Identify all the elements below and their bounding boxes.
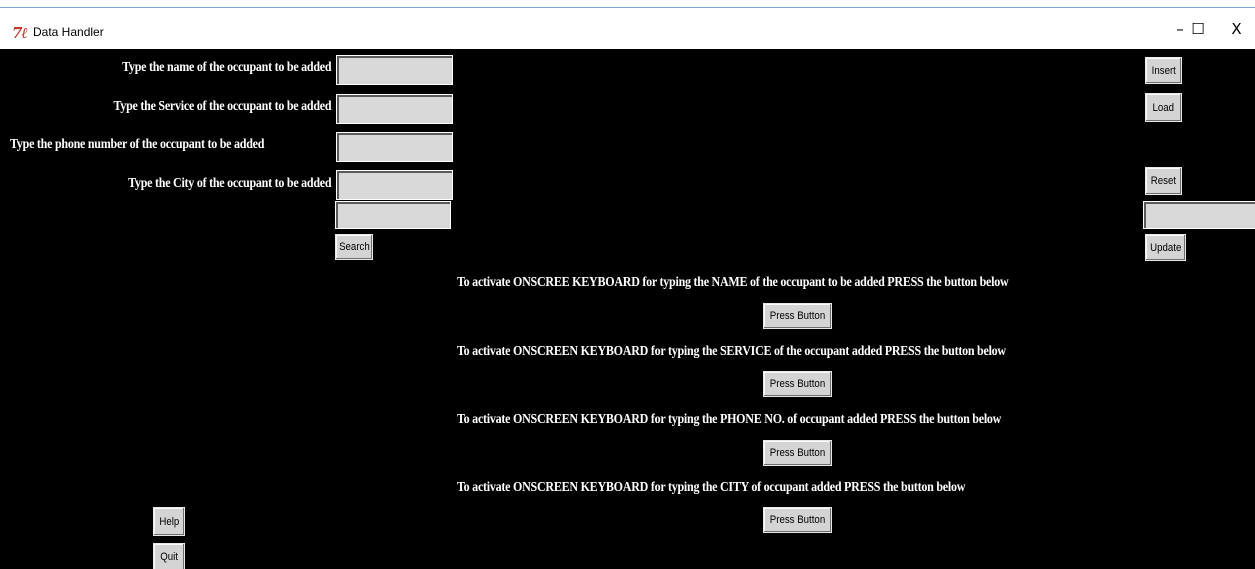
city-label: Type the City of the occupant to be adde… <box>127 176 332 191</box>
help-button[interactable]: Help <box>153 507 185 536</box>
maximize-button[interactable]: ☐ <box>1178 8 1218 49</box>
phone-keyboard-button[interactable]: Press Button <box>763 440 832 466</box>
close-button[interactable]: X <box>1218 8 1255 49</box>
service-keyboard-button[interactable]: Press Button <box>763 371 832 397</box>
city-keyboard-button-label: Press Button <box>769 514 826 526</box>
name-keyboard-button[interactable]: Press Button <box>763 303 832 329</box>
service-input[interactable] <box>336 94 453 124</box>
quit-button[interactable]: Quit <box>153 543 185 569</box>
name-keyboard-prompt: To activate ONSCREE KEYBOARD for typing … <box>457 275 1009 290</box>
search-button[interactable]: Search <box>335 234 373 260</box>
load-button[interactable]: Load <box>1145 93 1182 122</box>
help-button-label: Help <box>159 515 179 528</box>
phone-keyboard-prompt: To activate ONSCREEN KEYBOARD for typing… <box>457 412 1002 427</box>
service-label: Type the Service of the occupant to be a… <box>113 99 331 114</box>
service-keyboard-button-label: Press Button <box>769 378 826 390</box>
reset-button-label: Reset <box>1150 175 1177 187</box>
window-title: Data Handler <box>33 25 104 39</box>
update-button-label: Update <box>1149 241 1182 254</box>
name-input[interactable] <box>336 55 453 85</box>
service-keyboard-prompt: To activate ONSCREEN KEYBOARD for typing… <box>457 344 1006 359</box>
city-keyboard-prompt: To activate ONSCREEN KEYBOARD for typing… <box>457 480 966 495</box>
search-input[interactable] <box>335 201 451 229</box>
load-button-label: Load <box>1152 101 1175 114</box>
title-bar: 7ℓ Data Handler <box>0 8 1255 49</box>
name-keyboard-button-label: Press Button <box>769 310 826 322</box>
name-label: Type the name of the occupant to be adde… <box>121 60 332 75</box>
phone-label: Type the phone number of the occupant to… <box>10 137 265 152</box>
insert-button-label: Insert <box>1151 64 1176 77</box>
update-button[interactable]: Update <box>1145 234 1186 261</box>
search-button-label: Search <box>338 241 370 253</box>
phone-keyboard-button-label: Press Button <box>769 447 826 459</box>
insert-button[interactable]: Insert <box>1145 57 1182 84</box>
update-input[interactable] <box>1143 201 1255 229</box>
city-input[interactable] <box>336 170 453 200</box>
phone-input[interactable] <box>336 132 453 162</box>
taskbar-strip <box>0 0 1255 8</box>
feather-icon: 7ℓ <box>12 24 28 42</box>
main-panel: Type the name of the occupant to be adde… <box>0 49 1255 569</box>
reset-button[interactable]: Reset <box>1145 167 1182 195</box>
city-keyboard-button[interactable]: Press Button <box>763 507 832 533</box>
quit-button-label: Quit <box>160 551 178 563</box>
